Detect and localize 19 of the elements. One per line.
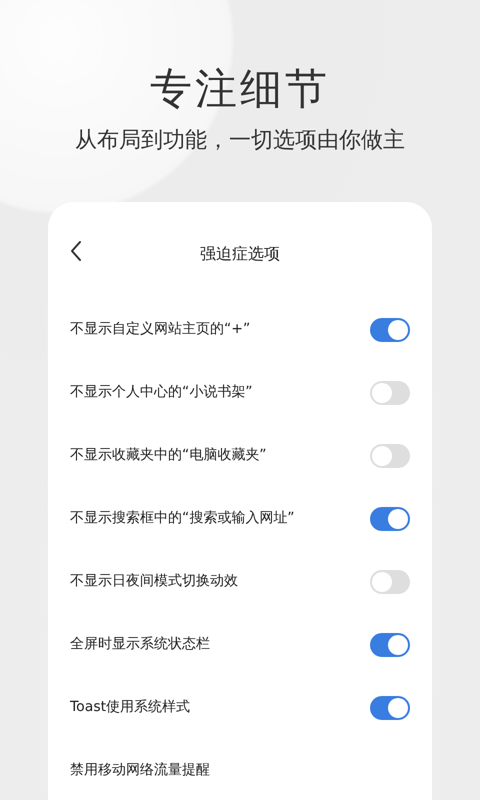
option-label: 全屏时显示系统状态栏	[70, 635, 210, 654]
toggle-switch[interactable]	[370, 570, 410, 594]
toggle-switch[interactable]	[370, 318, 410, 342]
option-label: 不显示日夜间模式切换动效	[70, 572, 238, 591]
toggle-switch[interactable]	[370, 380, 410, 404]
subtitle: 从布局到功能，一切选项由你做主	[74, 130, 406, 152]
toggle-switch[interactable]	[370, 506, 410, 530]
option-label: 不显示自定义网站主页的“+”	[70, 320, 250, 339]
toggle-switch[interactable]	[370, 632, 410, 656]
option-label: 不显示个人中心的“小说书架”	[70, 383, 253, 402]
option-label: 不显示收藏夹中的“电脑收藏夹”	[70, 446, 267, 465]
toggle-switch[interactable]	[370, 696, 410, 720]
option-label: 禁用移动网络流量提醒	[70, 761, 210, 780]
screen-title: 强迫症选项	[200, 243, 280, 265]
option-label: Toast使用系统样式	[70, 698, 190, 717]
headline: 专注细节	[149, 63, 331, 110]
back-icon[interactable]	[70, 240, 82, 262]
toggle-switch[interactable]	[370, 444, 410, 468]
option-label: 不显示搜索框中的“搜索或输入网址”	[70, 509, 295, 528]
